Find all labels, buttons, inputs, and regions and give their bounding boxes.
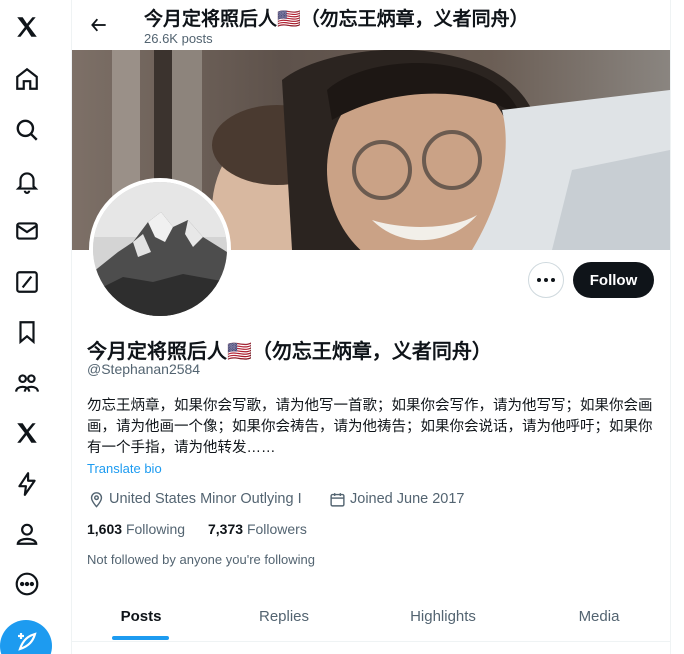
back-button[interactable] <box>86 12 112 38</box>
active-tab-indicator <box>112 636 169 640</box>
x-premium-icon[interactable] <box>8 414 46 452</box>
bell-icon[interactable] <box>8 162 46 200</box>
followers-count: 7,373 <box>208 521 244 537</box>
x-logo-icon[interactable] <box>8 8 46 46</box>
followers-label: Followers <box>246 521 307 537</box>
profile-tabs: Posts Replies Highlights Media <box>72 590 670 642</box>
following-link[interactable]: 1,603 Following <box>87 521 185 537</box>
translate-bio-link[interactable]: Translate bio <box>87 461 162 476</box>
joined-text: Joined June 2017 <box>350 491 465 507</box>
dot <box>551 278 555 282</box>
mail-icon[interactable] <box>8 212 46 250</box>
location-text: United States Minor Outlying I <box>109 491 302 507</box>
bookmark-icon[interactable] <box>8 313 46 351</box>
compose-icon[interactable] <box>0 620 52 654</box>
header-title: 今月定将照后人🇺🇸（勿忘王炳章，义者同舟） <box>144 9 529 30</box>
handle: @Stephanan2584 <box>87 361 201 377</box>
bio: 勿忘王炳章，如果你会写歌，请为他写一首歌；如果你会写作，请为他写写；如果你会画画… <box>87 398 653 456</box>
followers-link[interactable]: 7,373 Followers <box>208 521 307 537</box>
grok-icon[interactable] <box>8 263 46 301</box>
following-count: 1,603 <box>87 521 123 537</box>
following-label: Following <box>125 521 186 537</box>
avatar[interactable] <box>89 178 231 320</box>
home-icon[interactable] <box>8 60 46 98</box>
tab-replies[interactable]: Replies <box>222 590 346 642</box>
dot <box>537 278 541 282</box>
follow-button[interactable]: Follow <box>573 262 654 298</box>
communities-icon[interactable] <box>8 364 46 402</box>
not-followed-text: Not followed by anyone you're following <box>87 552 315 567</box>
display-name: 今月定将照后人🇺🇸（勿忘王炳章，义者同舟） <box>87 341 492 363</box>
location-pin-icon <box>90 491 103 508</box>
more-circle-icon[interactable] <box>8 565 46 603</box>
tab-highlights[interactable]: Highlights <box>377 590 509 642</box>
sidebar-nav <box>0 0 70 654</box>
profile-header: 今月定将照后人🇺🇸（勿忘王炳章，义者同舟） 26.6K posts <box>72 0 670 50</box>
dot <box>544 278 548 282</box>
lightning-icon[interactable] <box>8 465 46 503</box>
content-divider <box>670 0 671 654</box>
arrow-left-icon <box>91 18 106 32</box>
tab-media[interactable]: Media <box>542 590 656 642</box>
posts-count: 26.6K posts <box>144 31 213 46</box>
tab-posts[interactable]: Posts <box>72 590 210 642</box>
calendar-icon <box>330 492 345 507</box>
search-icon[interactable] <box>8 111 46 149</box>
more-options-button[interactable] <box>528 262 564 298</box>
location: United States Minor Outlying I <box>88 489 302 509</box>
profile-icon[interactable] <box>8 515 46 553</box>
joined-date: Joined June 2017 <box>329 489 465 509</box>
